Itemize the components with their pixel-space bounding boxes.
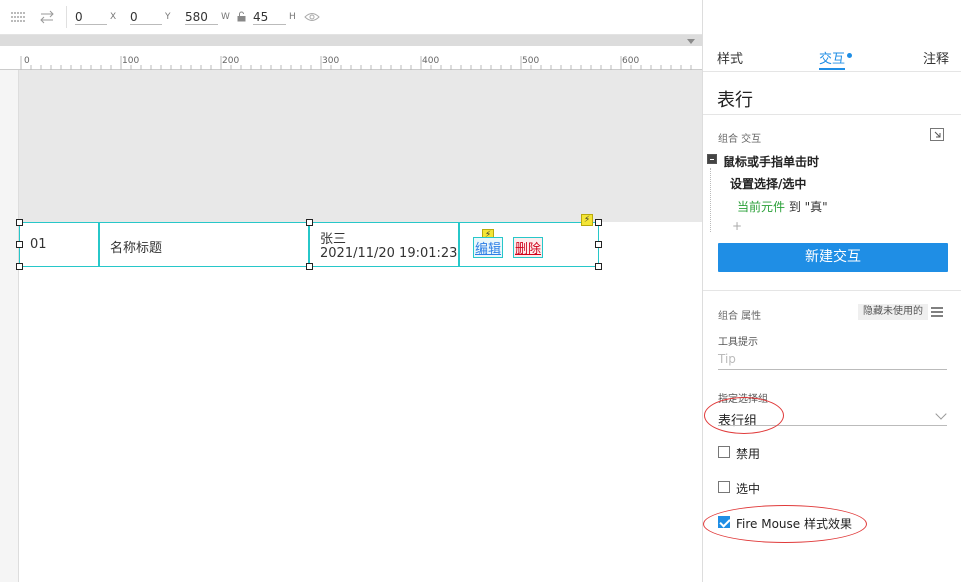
- vertical-ruler: [0, 70, 19, 582]
- target-element-text: 当前元件: [737, 200, 786, 214]
- interaction-section-label: 组合 交互: [718, 134, 762, 145]
- height-field[interactable]: 45: [253, 9, 286, 25]
- ruler-label: 300: [322, 56, 340, 66]
- hide-unused-button[interactable]: 隐藏未使用的: [858, 304, 928, 320]
- properties-section-label: 组合 属性: [718, 311, 762, 322]
- tab-style[interactable]: 样式: [717, 48, 743, 67]
- event-label[interactable]: 鼠标或手指单击时: [723, 153, 819, 170]
- ruler-label: 200: [222, 56, 240, 66]
- resize-handle[interactable]: [16, 241, 23, 248]
- active-tab-underline: [819, 68, 845, 70]
- row-person-text: 张三: [320, 232, 347, 247]
- scroll-down-icon[interactable]: [687, 39, 695, 44]
- resize-handle[interactable]: [306, 219, 313, 226]
- y-position-field[interactable]: 0: [130, 9, 162, 25]
- interaction-bolt-icon[interactable]: ⚡: [581, 214, 593, 226]
- cell-id[interactable]: 01: [20, 223, 100, 266]
- cell-actions[interactable]: ⚡ 编辑 删除: [460, 223, 600, 266]
- tab-interactions[interactable]: 交互: [819, 48, 845, 67]
- divider: [703, 114, 961, 115]
- edit-link[interactable]: 编辑: [473, 237, 504, 258]
- row-id-text: 01: [30, 237, 47, 252]
- canvas-scroll-strip[interactable]: [0, 35, 702, 46]
- canvas-offpage-region: [19, 70, 702, 222]
- tab-notes[interactable]: 注释: [923, 48, 949, 67]
- expand-icon[interactable]: [930, 128, 944, 141]
- new-interaction-button[interactable]: 新建交互: [718, 243, 948, 272]
- width-field[interactable]: 580: [185, 9, 218, 25]
- tree-guide-line: [710, 168, 711, 232]
- panel-title[interactable]: 表行: [717, 86, 753, 112]
- ruler-ticks-graphic: [20, 56, 692, 70]
- add-action-icon[interactable]: +: [732, 219, 742, 233]
- horizontal-ruler: 0 100 200 300 400 500 600: [0, 56, 702, 70]
- ruler-label: 500: [522, 56, 540, 66]
- inspector-panel: 样式 交互 注释 表行 组合 交互 鼠标或手指单击时 设置选择/选中 当前元件 …: [702, 0, 961, 582]
- resize-handle[interactable]: [16, 263, 23, 270]
- ruler-label: 100: [122, 56, 140, 66]
- swap-icon[interactable]: [39, 10, 55, 24]
- selected-label[interactable]: 选中: [736, 480, 760, 497]
- table-row-group[interactable]: 01 名称标题 张三 2021/11/20 19:01:23 ⚡ 编辑 删除: [19, 222, 599, 267]
- resize-handle[interactable]: [595, 263, 602, 270]
- resize-handle[interactable]: [595, 241, 602, 248]
- lock-icon[interactable]: [237, 11, 246, 22]
- resize-handle[interactable]: [595, 219, 602, 226]
- w-unit-label: W: [221, 12, 230, 22]
- disabled-checkbox[interactable]: [718, 446, 730, 458]
- ruler-label: 0: [24, 56, 30, 66]
- design-canvas[interactable]: 0 100 200 300 400 500 600 01 名称标题 张三 202…: [0, 35, 702, 582]
- inspector-tabs: 样式 交互 注释: [703, 0, 961, 72]
- cell-name[interactable]: 名称标题: [100, 223, 310, 266]
- disabled-label[interactable]: 禁用: [736, 445, 760, 462]
- action-label[interactable]: 设置选择/选中: [730, 175, 806, 192]
- resize-handle[interactable]: [16, 219, 23, 226]
- x-unit-label: X: [110, 12, 117, 22]
- delete-link[interactable]: 删除: [513, 237, 544, 258]
- annotation-circle: [703, 505, 867, 543]
- selected-checkbox[interactable]: [718, 481, 730, 493]
- h-unit-label: H: [289, 12, 296, 22]
- resize-handle[interactable]: [306, 263, 313, 270]
- tooltip-label: 工具提示: [718, 337, 758, 348]
- cell-person[interactable]: 张三 2021/11/20 19:01:23: [310, 223, 460, 266]
- ruler-label: 600: [622, 56, 640, 66]
- ruler-label: 400: [422, 56, 440, 66]
- y-unit-label: Y: [165, 12, 171, 22]
- divider: [703, 290, 961, 291]
- collapse-icon[interactable]: [707, 154, 717, 164]
- row-datetime-text: 2021/11/20 19:01:23: [320, 246, 458, 261]
- distribute-icon[interactable]: [10, 10, 26, 24]
- toolbar-divider: [66, 6, 67, 28]
- menu-icon[interactable]: [931, 307, 943, 317]
- chevron-down-icon[interactable]: [935, 408, 947, 420]
- tooltip-input[interactable]: Tip: [718, 352, 947, 370]
- action-target[interactable]: 当前元件 到 "真": [737, 198, 828, 215]
- row-name-text: 名称标题: [110, 241, 163, 256]
- annotation-circle: [704, 397, 784, 434]
- target-value-text: 到 "真": [785, 200, 828, 214]
- active-dot: [847, 53, 852, 58]
- eye-icon[interactable]: [304, 11, 320, 23]
- x-position-field[interactable]: 0: [75, 9, 107, 25]
